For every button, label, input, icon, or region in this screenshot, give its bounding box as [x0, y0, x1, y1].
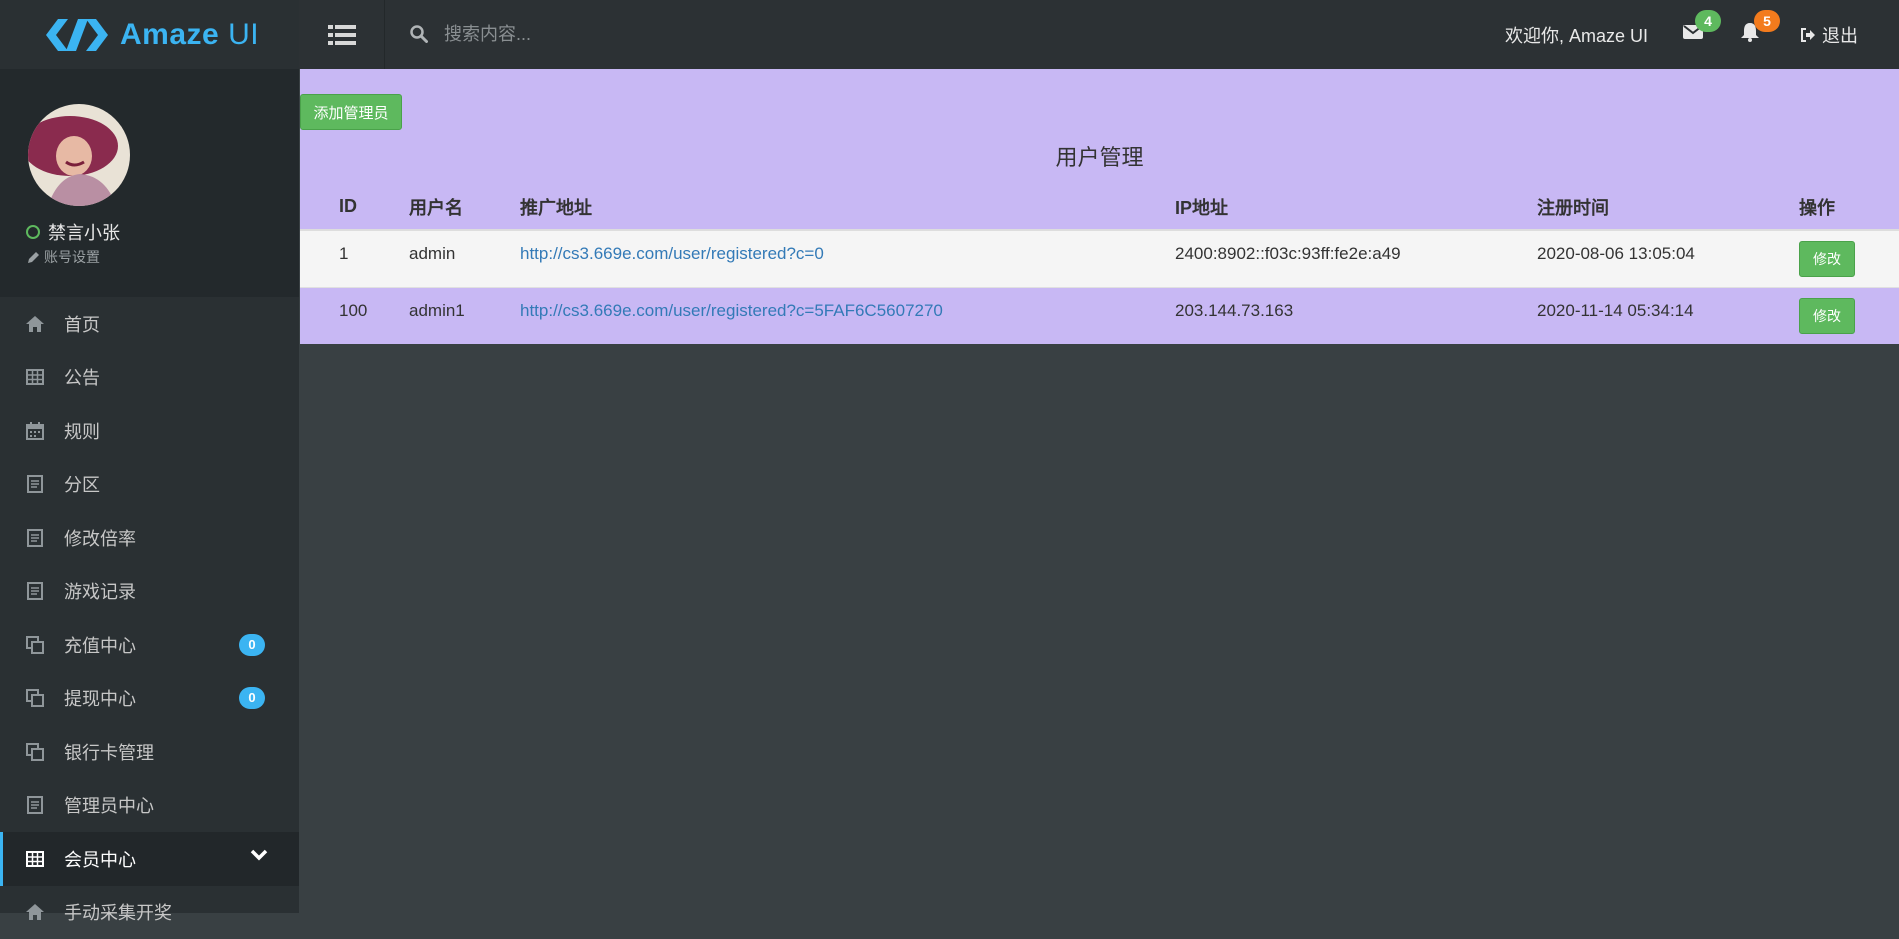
cell-action: 修改 [1799, 287, 1899, 344]
cell-register-time: 2020-11-14 05:34:14 [1537, 287, 1799, 344]
sidebar-item-label: 修改倍率 [64, 525, 136, 551]
cell-promo-url: http://cs3.669e.com/user/registered?c=5F… [520, 287, 1175, 344]
page-title: 用户管理 [300, 140, 1899, 172]
cell-ip: 2400:8902::f03c:93ff:fe2e:a49 [1175, 230, 1537, 287]
edit-button[interactable]: 修改 [1799, 298, 1855, 334]
form-icon [24, 580, 46, 602]
column-header-username: 用户名 [409, 184, 520, 230]
sidebar-item-admin-center[interactable]: 管理员中心 [0, 779, 299, 833]
promo-url-link[interactable]: http://cs3.669e.com/user/registered?c=5F… [520, 301, 943, 320]
promo-url-link[interactable]: http://cs3.669e.com/user/registered?c=0 [520, 244, 824, 263]
cell-register-time: 2020-08-06 13:05:04 [1537, 230, 1799, 287]
messages-badge: 4 [1695, 10, 1721, 32]
sidebar-nav: 首页 公告 规则 分区 修改倍率 游戏记录 充值中心 0 提现中心 [0, 297, 299, 939]
logout-button[interactable]: 退出 [1800, 22, 1858, 48]
sidebar-item-rules[interactable]: 规则 [0, 404, 299, 458]
sidebar-item-bank-card[interactable]: 银行卡管理 [0, 725, 299, 779]
sidebar-item-label: 银行卡管理 [64, 739, 154, 765]
search-input[interactable] [442, 23, 846, 46]
sidebar-item-label: 充值中心 [64, 632, 136, 658]
copy-icon [24, 634, 46, 656]
user-table: ID 用户名 推广地址 IP地址 注册时间 操作 1 admin http://… [300, 184, 1899, 344]
search-box [410, 18, 846, 50]
table-icon [24, 848, 46, 870]
logout-label: 退出 [1822, 22, 1858, 48]
top-header: Amaze UI 欢迎你, Amaze UI 4 5 [0, 0, 1899, 69]
sidebar-item-game-records[interactable]: 游戏记录 [0, 565, 299, 619]
sidebar-item-manual-draw[interactable]: 手动采集开奖 [0, 886, 299, 939]
sidebar-item-label: 会员中心 [64, 846, 136, 872]
sidebar-item-label: 规则 [64, 418, 100, 444]
sidebar-item-label: 手动采集开奖 [64, 899, 172, 925]
recharge-count-badge: 0 [239, 634, 265, 656]
column-header-id: ID [300, 184, 409, 230]
cell-id: 100 [300, 287, 409, 344]
copy-icon [24, 687, 46, 709]
logo-text: Amaze UI [120, 18, 259, 52]
sidebar-item-label: 分区 [64, 471, 100, 497]
home-icon [24, 313, 46, 335]
notifications-button[interactable]: 5 [1740, 22, 1760, 47]
table-row: 100 admin1 http://cs3.669e.com/user/regi… [300, 287, 1899, 344]
sidebar-item-modify-rate[interactable]: 修改倍率 [0, 511, 299, 565]
user-name: 禁言小张 [26, 219, 120, 245]
user-profile: 禁言小张 账号设置 [0, 69, 299, 297]
sidebar-item-partition[interactable]: 分区 [0, 458, 299, 512]
account-settings-label: 账号设置 [44, 247, 100, 267]
list-icon [328, 23, 356, 47]
table-row: 1 admin http://cs3.669e.com/user/registe… [300, 230, 1899, 287]
sidebar-item-recharge-center[interactable]: 充值中心 0 [0, 618, 299, 672]
logo[interactable]: Amaze UI [0, 0, 299, 69]
cell-username: admin [409, 230, 520, 287]
sidebar-item-announcement[interactable]: 公告 [0, 351, 299, 405]
cell-id: 1 [300, 230, 409, 287]
add-admin-button[interactable]: 添加管理员 [300, 94, 402, 130]
column-header-action: 操作 [1799, 184, 1899, 230]
notifications-badge: 5 [1754, 10, 1780, 32]
sidebar-item-member-center[interactable]: 会员中心 [0, 832, 299, 886]
pencil-icon [28, 252, 39, 263]
amaze-logo-icon [44, 15, 110, 55]
user-management-panel: 添加管理员 用户管理 ID 用户名 推广地址 IP地址 注册时间 操作 1 ad… [300, 69, 1899, 343]
form-icon [24, 794, 46, 816]
sidebar-item-home[interactable]: 首页 [0, 297, 299, 351]
sidebar-item-label: 首页 [64, 311, 100, 337]
table-icon [24, 366, 46, 388]
edit-button[interactable]: 修改 [1799, 241, 1855, 277]
messages-button[interactable]: 4 [1683, 24, 1703, 45]
cell-username: admin1 [409, 287, 520, 344]
sidebar-item-label: 管理员中心 [64, 792, 154, 818]
sidebar-item-label: 提现中心 [64, 685, 136, 711]
column-header-ip: IP地址 [1175, 184, 1537, 230]
home-icon [24, 901, 46, 923]
calendar-icon [24, 420, 46, 442]
sign-out-icon [1800, 27, 1816, 43]
online-status-icon [26, 225, 40, 239]
column-header-register-time: 注册时间 [1537, 184, 1799, 230]
sidebar: 禁言小张 账号设置 首页 公告 规则 分区 修改倍率 [0, 69, 299, 913]
withdraw-count-badge: 0 [239, 687, 265, 709]
form-icon [24, 527, 46, 549]
sidebar-item-withdraw-center[interactable]: 提现中心 0 [0, 672, 299, 726]
form-icon [24, 473, 46, 495]
copy-icon [24, 741, 46, 763]
account-settings-link[interactable]: 账号设置 [28, 247, 100, 267]
avatar-image [28, 104, 130, 206]
column-header-promo-url: 推广地址 [520, 184, 1175, 230]
menu-toggle-button[interactable] [300, 0, 385, 69]
cell-action: 修改 [1799, 230, 1899, 287]
cell-promo-url: http://cs3.669e.com/user/registered?c=0 [520, 230, 1175, 287]
sidebar-item-label: 公告 [64, 364, 100, 390]
welcome-text: 欢迎你, Amaze UI [1505, 22, 1648, 48]
user-name-label: 禁言小张 [48, 219, 120, 245]
chevron-down-icon[interactable] [250, 849, 268, 861]
sidebar-item-label: 游戏记录 [64, 578, 136, 604]
table-header-row: ID 用户名 推广地址 IP地址 注册时间 操作 [300, 184, 1899, 230]
search-icon [410, 25, 428, 43]
cell-ip: 203.144.73.163 [1175, 287, 1537, 344]
avatar[interactable] [28, 104, 130, 206]
